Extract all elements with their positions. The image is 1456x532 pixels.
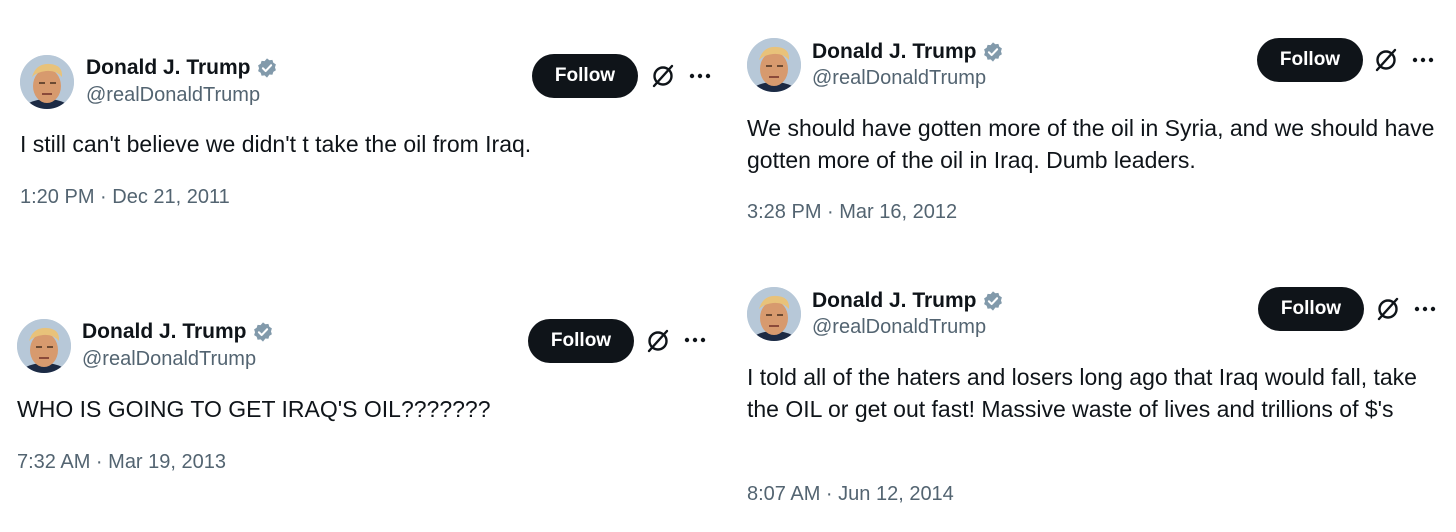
avatar[interactable] bbox=[17, 319, 71, 373]
avatar[interactable] bbox=[747, 287, 801, 341]
verified-badge-icon bbox=[982, 290, 1004, 312]
grok-icon[interactable] bbox=[650, 63, 676, 89]
author-handle[interactable]: @realDonaldTrump bbox=[812, 316, 986, 339]
tweet-timestamp[interactable]: 7:32 AM · Mar 19, 2013 bbox=[17, 451, 226, 474]
author-name[interactable]: Donald J. Trump bbox=[812, 289, 977, 313]
grok-icon[interactable] bbox=[1375, 296, 1401, 322]
tweet-text: I still can't believe we didn't t take t… bbox=[20, 131, 532, 157]
follow-button[interactable]: Follow bbox=[532, 54, 638, 98]
tweet-card: Donald J. Trump @realDonaldTrump Follow … bbox=[728, 0, 1456, 266]
author-handle[interactable]: @realDonaldTrump bbox=[86, 84, 260, 107]
tweet-card: Donald J. Trump @realDonaldTrump Follow … bbox=[0, 0, 728, 266]
more-options-icon[interactable] bbox=[683, 326, 707, 352]
tweet-timestamp[interactable]: 1:20 PM · Dec 21, 2011 bbox=[20, 186, 230, 209]
more-options-icon[interactable] bbox=[1413, 295, 1437, 321]
grok-icon[interactable] bbox=[645, 328, 671, 354]
tweet-text: WHO IS GOING TO GET IRAQ'S OIL??????? bbox=[17, 396, 491, 422]
author-name[interactable]: Donald J. Trump bbox=[812, 40, 977, 64]
tweet-timestamp[interactable]: 3:28 PM · Mar 16, 2012 bbox=[747, 201, 957, 224]
verified-badge-icon bbox=[252, 321, 274, 343]
follow-button[interactable]: Follow bbox=[528, 319, 634, 363]
grok-icon[interactable] bbox=[1373, 47, 1399, 73]
author-handle[interactable]: @realDonaldTrump bbox=[82, 348, 256, 371]
tweet-card: Donald J. Trump @realDonaldTrump Follow … bbox=[728, 266, 1456, 532]
avatar[interactable] bbox=[747, 38, 801, 92]
avatar[interactable] bbox=[20, 55, 74, 109]
tweet-text: I told all of the haters and losers long… bbox=[747, 364, 1417, 422]
author-name[interactable]: Donald J. Trump bbox=[86, 56, 251, 80]
author-handle[interactable]: @realDonaldTrump bbox=[812, 67, 986, 90]
verified-badge-icon bbox=[256, 57, 278, 79]
author-name[interactable]: Donald J. Trump bbox=[82, 320, 247, 344]
verified-badge-icon bbox=[982, 41, 1004, 63]
tweet-text: We should have gotten more of the oil in… bbox=[747, 115, 1435, 173]
follow-button[interactable]: Follow bbox=[1258, 287, 1364, 331]
tweet-card: Donald J. Trump @realDonaldTrump Follow … bbox=[0, 266, 728, 532]
more-options-icon[interactable] bbox=[688, 62, 712, 88]
tweet-timestamp[interactable]: 8:07 AM · Jun 12, 2014 bbox=[747, 483, 954, 506]
follow-button[interactable]: Follow bbox=[1257, 38, 1363, 82]
more-options-icon[interactable] bbox=[1411, 46, 1435, 72]
